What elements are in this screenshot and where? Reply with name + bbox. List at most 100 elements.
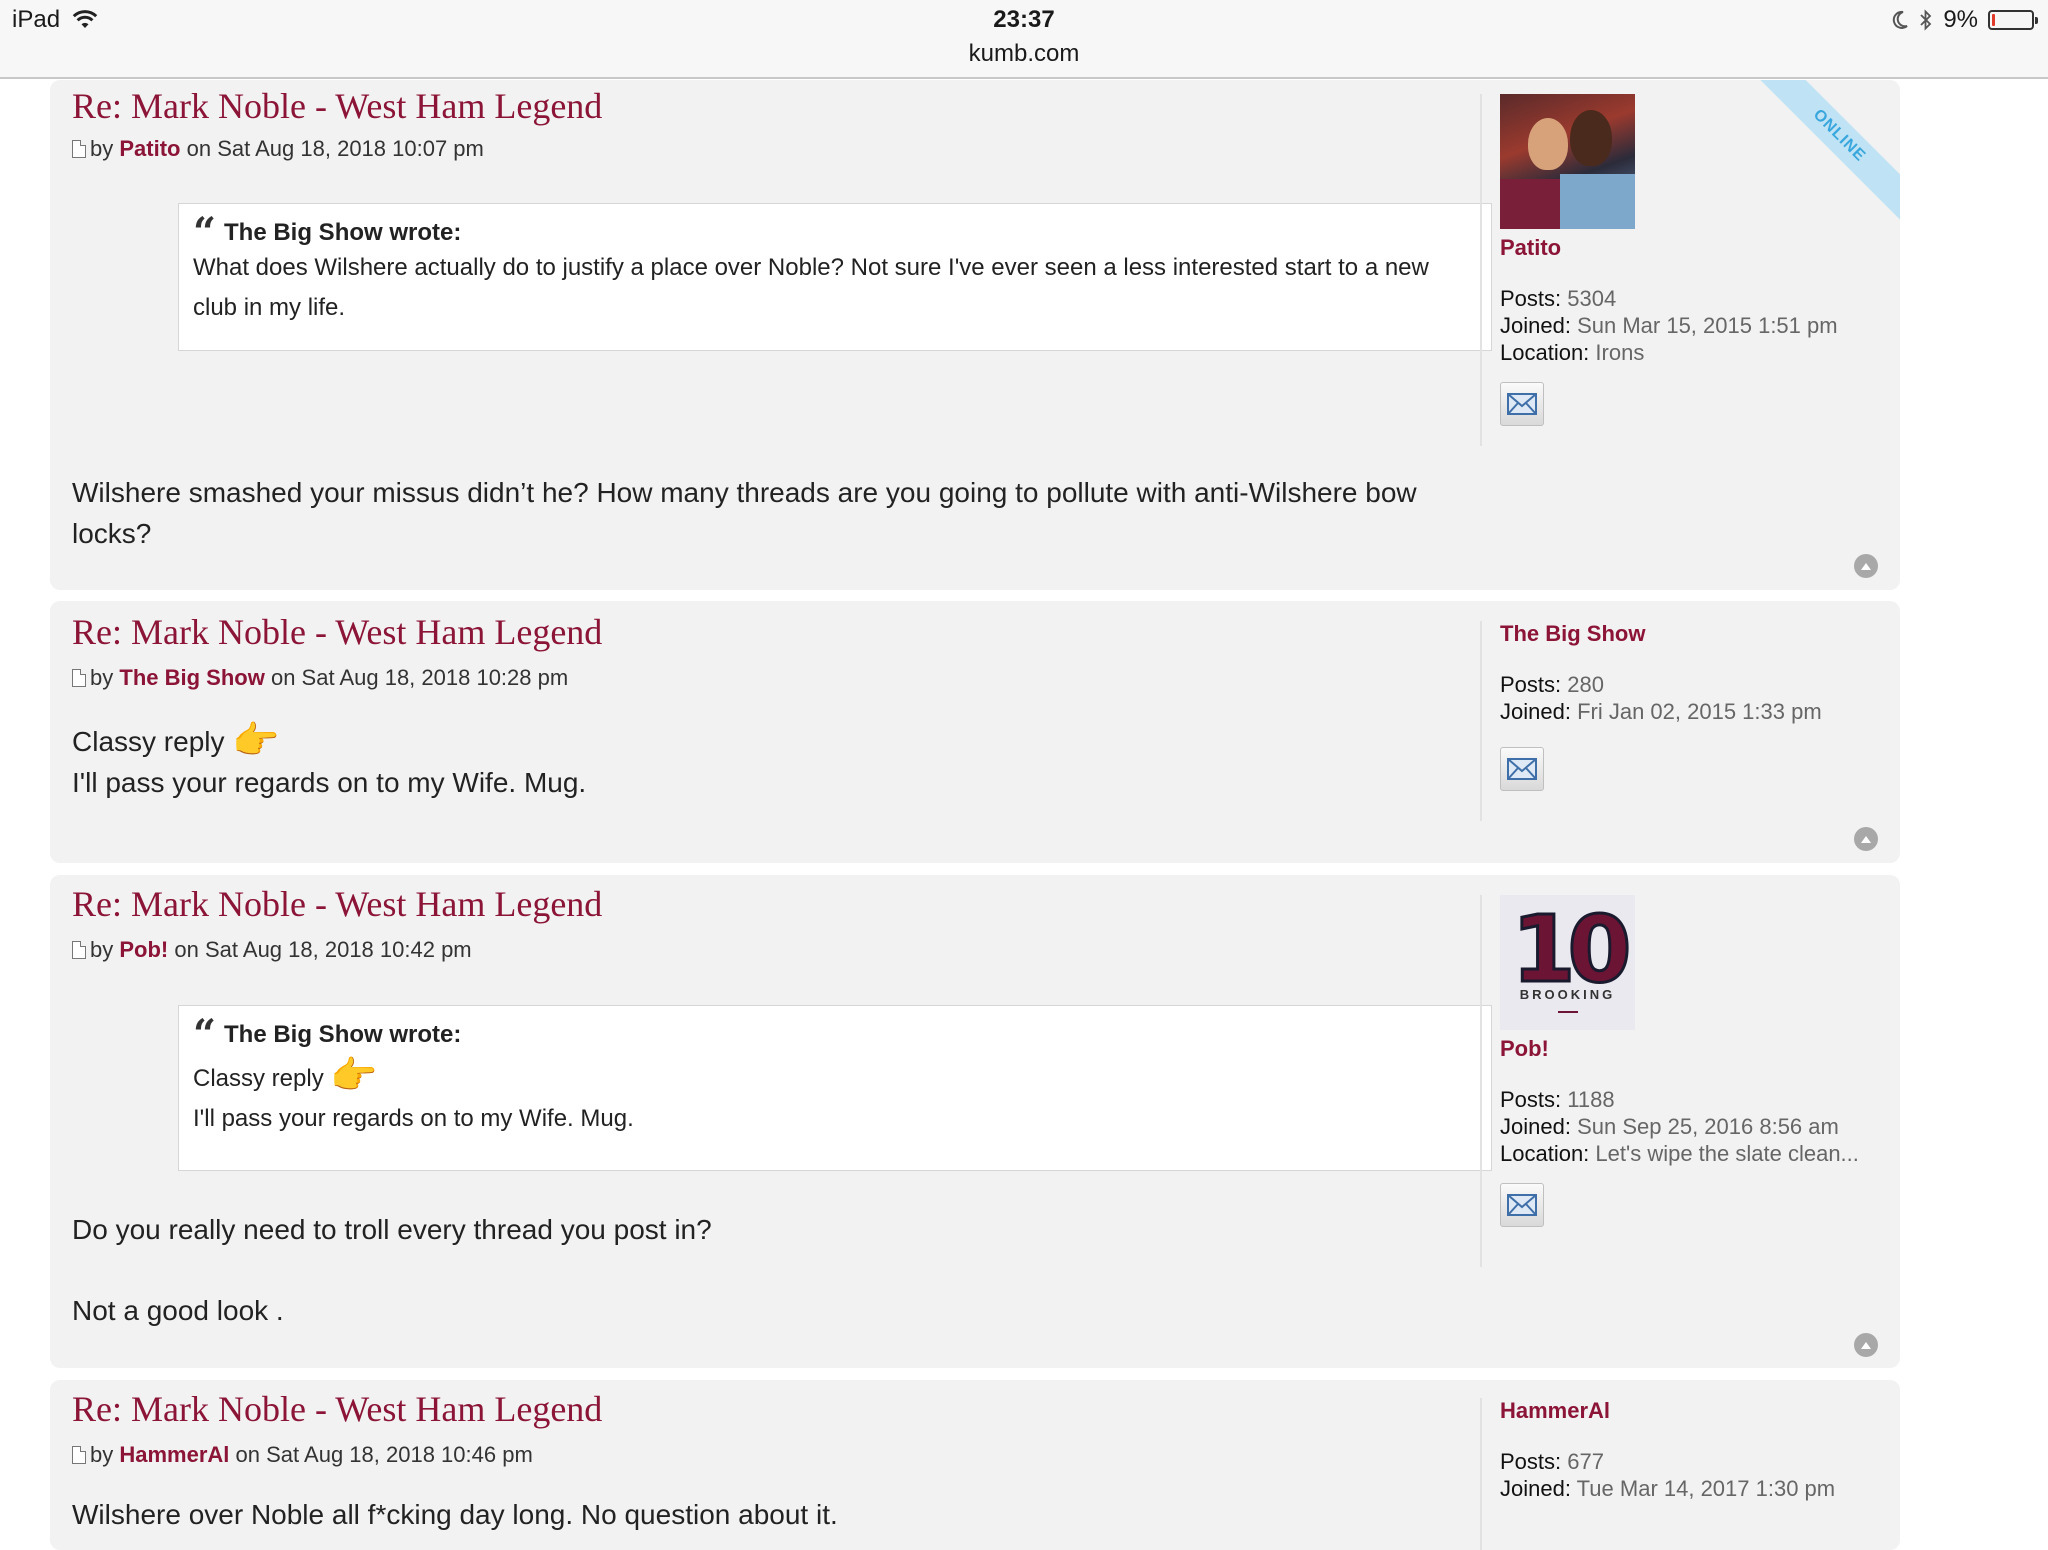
post-content: Wilshere over Noble all f*cking day long… bbox=[72, 1499, 838, 1530]
quote-header: “ The Big Show wrote: bbox=[193, 209, 1477, 256]
post-author[interactable]: Pob! bbox=[119, 937, 168, 963]
posts-label: Posts: bbox=[1500, 672, 1562, 697]
quote-icon: “ bbox=[193, 1011, 217, 1058]
profile-stats: Posts: 5304 Joined: Sun Mar 15, 2015 1:5… bbox=[1500, 285, 1880, 366]
joined-date: Sun Mar 15, 2015 1:51 pm bbox=[1577, 313, 1838, 338]
quote-text: I'll pass your regards on to my Wife. Mu… bbox=[193, 1105, 634, 1132]
post: Re: Mark Noble - West Ham Legend by The … bbox=[50, 601, 1900, 863]
quote-text: What does Wilshere actually do to justif… bbox=[193, 254, 1429, 321]
post-count: 280 bbox=[1567, 672, 1604, 697]
pm-button[interactable] bbox=[1500, 747, 1544, 791]
avatar-caption: BROOKING bbox=[1519, 987, 1616, 1002]
by-label: by bbox=[90, 937, 114, 962]
post-date: on Sat Aug 18, 2018 10:46 pm bbox=[235, 1442, 533, 1467]
post-content: Do you really need to troll every thread… bbox=[72, 1209, 1492, 1331]
thumb-emoji-icon: 👉 bbox=[330, 1055, 378, 1097]
posts-label: Posts: bbox=[1500, 1449, 1562, 1474]
quote-block: “ The Big Show wrote: Classy reply 👉 I'l… bbox=[178, 1005, 1492, 1171]
profile-stats: Posts: 1188 Joined: Sun Sep 25, 2016 8:5… bbox=[1500, 1086, 1880, 1167]
address-bar[interactable]: kumb.com bbox=[0, 40, 2048, 68]
quote-icon: “ bbox=[193, 209, 217, 256]
location: Let's wipe the slate clean... bbox=[1595, 1141, 1859, 1166]
document-icon[interactable] bbox=[72, 140, 86, 158]
moon-icon bbox=[1893, 10, 1908, 29]
document-icon[interactable] bbox=[72, 941, 86, 959]
document-icon[interactable] bbox=[72, 1446, 86, 1464]
quote-block: “ The Big Show wrote: What does Wilshere… bbox=[178, 203, 1492, 351]
profile-username[interactable]: Patito bbox=[1500, 235, 1880, 261]
pm-button[interactable] bbox=[1500, 382, 1544, 426]
arrow-up-icon bbox=[1861, 836, 1871, 843]
envelope-icon bbox=[1507, 1194, 1537, 1216]
post-date: on Sat Aug 18, 2018 10:28 pm bbox=[270, 665, 569, 690]
post: Re: Mark Noble - West Ham Legend by Pob!… bbox=[50, 875, 1900, 1368]
quote-text: Classy reply bbox=[193, 1065, 324, 1092]
battery-icon bbox=[1988, 10, 2038, 30]
post-meta: by Patito on Sat Aug 18, 2018 10:07 pm bbox=[72, 136, 484, 162]
envelope-icon bbox=[1507, 758, 1537, 780]
profile-username[interactable]: The Big Show bbox=[1500, 621, 1880, 647]
profile-username[interactable]: HammerAl bbox=[1500, 1398, 1880, 1424]
joined-date: Sun Sep 25, 2016 8:56 am bbox=[1577, 1114, 1839, 1139]
bluetooth-icon bbox=[1920, 9, 1932, 31]
location-label: Location: bbox=[1500, 340, 1590, 365]
joined-label: Joined: bbox=[1500, 1476, 1571, 1501]
joined-label: Joined: bbox=[1500, 699, 1571, 724]
battery-percent: 9% bbox=[1943, 6, 1978, 33]
avatar[interactable]: 10 BROOKING bbox=[1500, 895, 1635, 1030]
back-to-top-button[interactable] bbox=[1854, 1333, 1878, 1357]
by-label: by bbox=[90, 665, 114, 690]
post-date: on Sat Aug 18, 2018 10:42 pm bbox=[174, 937, 472, 962]
quote-author: The Big Show wrote: bbox=[224, 219, 462, 246]
thumb-emoji-icon: 👉 bbox=[232, 720, 280, 762]
envelope-icon bbox=[1507, 393, 1537, 415]
joined-label: Joined: bbox=[1500, 313, 1571, 338]
post: ONLINE Re: Mark Noble - West Ham Legend … bbox=[50, 80, 1900, 590]
post-meta: by Pob! on Sat Aug 18, 2018 10:42 pm bbox=[72, 937, 472, 963]
by-label: by bbox=[90, 136, 114, 161]
profile-stats: Posts: 280 Joined: Fri Jan 02, 2015 1:33… bbox=[1500, 671, 1880, 725]
post-author[interactable]: Patito bbox=[119, 136, 180, 162]
location-label: Location: bbox=[1500, 1141, 1590, 1166]
post-count: 677 bbox=[1567, 1449, 1604, 1474]
post-text-line: I'll pass your regards on to my Wife. Mu… bbox=[72, 767, 587, 798]
post-profile: HammerAl Posts: 677 Joined: Tue Mar 14, … bbox=[1480, 1398, 1880, 1550]
post-title[interactable]: Re: Mark Noble - West Ham Legend bbox=[72, 85, 602, 127]
avatar[interactable] bbox=[1500, 94, 1635, 229]
back-to-top-button[interactable] bbox=[1854, 554, 1878, 578]
post-profile: The Big Show Posts: 280 Joined: Fri Jan … bbox=[1480, 621, 1880, 821]
joined-date: Tue Mar 14, 2017 1:30 pm bbox=[1576, 1476, 1836, 1501]
post-profile: 10 BROOKING Pob! Posts: 1188 Joined: Sun… bbox=[1480, 895, 1880, 1267]
back-to-top-button[interactable] bbox=[1854, 827, 1878, 851]
post-text-line: Do you really need to troll every thread… bbox=[72, 1214, 712, 1245]
avatar-number: 10 bbox=[1510, 896, 1633, 1003]
document-icon[interactable] bbox=[72, 669, 86, 687]
battery-level bbox=[1992, 14, 1995, 26]
post-content: Wilshere smashed your missus didn’t he? … bbox=[72, 477, 1417, 549]
posts-label: Posts: bbox=[1500, 286, 1562, 311]
post-date: on Sat Aug 18, 2018 10:07 pm bbox=[186, 136, 484, 161]
by-label: by bbox=[90, 1442, 114, 1467]
status-right: 9% bbox=[1891, 6, 2038, 34]
post-text-line: Not a good look . bbox=[72, 1295, 284, 1326]
quote-author: The Big Show wrote: bbox=[224, 1021, 462, 1048]
quote-header: “ The Big Show wrote: bbox=[193, 1011, 1477, 1058]
pm-button[interactable] bbox=[1500, 1183, 1544, 1227]
post-title[interactable]: Re: Mark Noble - West Ham Legend bbox=[72, 883, 602, 925]
post-content: Classy reply 👉 I'll pass your regards on… bbox=[72, 721, 1492, 803]
profile-stats: Posts: 677 Joined: Tue Mar 14, 2017 1:30… bbox=[1500, 1448, 1880, 1502]
post: Re: Mark Noble - West Ham Legend by Hamm… bbox=[50, 1380, 1900, 1550]
location: Irons bbox=[1595, 340, 1645, 365]
joined-date: Fri Jan 02, 2015 1:33 pm bbox=[1577, 699, 1822, 724]
post-author[interactable]: The Big Show bbox=[119, 665, 264, 691]
post-count: 5304 bbox=[1567, 286, 1617, 311]
post-profile: Patito Posts: 5304 Joined: Sun Mar 15, 2… bbox=[1480, 94, 1880, 446]
post-meta: by The Big Show on Sat Aug 18, 2018 10:2… bbox=[72, 665, 568, 691]
post-title[interactable]: Re: Mark Noble - West Ham Legend bbox=[72, 1388, 602, 1430]
profile-username[interactable]: Pob! bbox=[1500, 1036, 1880, 1062]
post-author[interactable]: HammerAl bbox=[119, 1442, 229, 1468]
post-title[interactable]: Re: Mark Noble - West Ham Legend bbox=[72, 611, 602, 653]
arrow-up-icon bbox=[1861, 1342, 1871, 1349]
post-count: 1188 bbox=[1567, 1087, 1615, 1112]
posts-label: Posts: bbox=[1500, 1087, 1562, 1112]
